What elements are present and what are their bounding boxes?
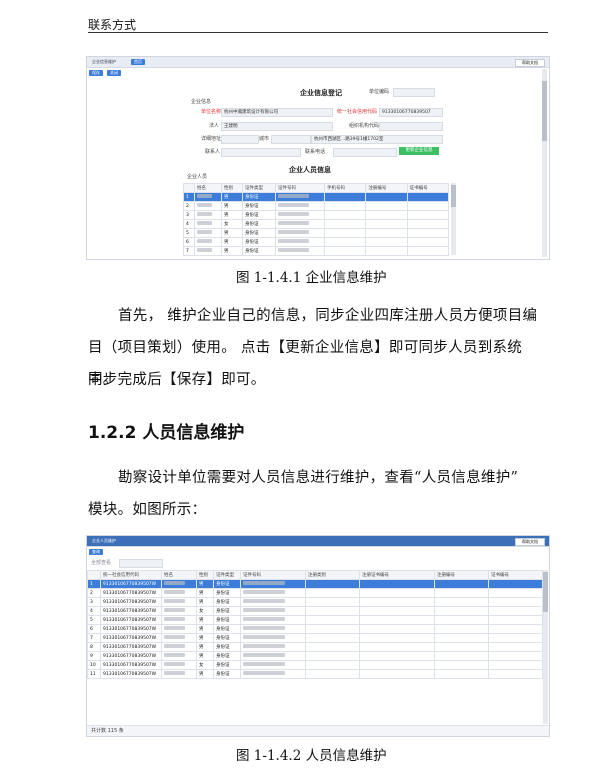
table-row[interactable]: 7 男身份证 <box>183 246 450 256</box>
col-head[interactable]: 注册类别 <box>305 570 360 580</box>
table-row[interactable]: 10 91330106770839507W 女身份证 <box>87 660 543 670</box>
table-row[interactable]: 3 91330106770839507W 男身份证 <box>87 597 543 607</box>
table-row[interactable]: 6 91330106770839507W 男身份证 <box>87 624 543 634</box>
table-row[interactable]: 4 女身份证 <box>183 219 450 229</box>
col-head[interactable]: 性别 <box>221 183 243 193</box>
figure-caption-1: 图 1-1.4.1 企业信息维护 <box>236 270 387 286</box>
staff-table: 姓名 性别 证件类型 证件号码 手机号码 注册编号 证书编号 1 男身份证 2男身… <box>183 183 450 256</box>
table-row[interactable]: 3 男身份证 <box>183 210 450 220</box>
table-row[interactable]: 8 91330106770839507W 男身份证 <box>87 642 543 652</box>
paragraph-line: 同步完成后【保存】即可。 <box>88 372 266 388</box>
close-button[interactable]: 关闭 <box>107 70 121 76</box>
unit-code-label: 单位编码 <box>369 89 390 95</box>
col-head[interactable]: 性别 <box>196 570 214 580</box>
table-scrollbar[interactable] <box>451 183 456 255</box>
help-button[interactable]: 帮助文档 <box>515 59 545 67</box>
header-divider <box>88 32 548 33</box>
phone-field[interactable] <box>333 148 397 157</box>
pager-bar: 共计数 115 条 <box>87 725 549 736</box>
staff-title: 企业人员信息 <box>289 166 331 174</box>
paragraph-line: 首先， 维护企业自己的信息，同步企业四库注册人员方便项目编 <box>118 308 538 324</box>
name-field[interactable]: 杭州中瀚建筑设计有限公司 <box>221 108 333 117</box>
city-field[interactable] <box>271 135 311 144</box>
address-label: 详细地址 <box>201 136 222 142</box>
table-row[interactable]: 7 91330106770839507W 男身份证 <box>87 633 543 643</box>
paragraph-line: 勘察设计单位需要对人员信息进行维护，查看“人员信息维护” <box>118 470 519 486</box>
contact-label: 联系人 <box>205 149 221 155</box>
org-code-field[interactable] <box>379 122 443 131</box>
tab-enterprise-info[interactable]: 企业信息维护 <box>89 59 119 65</box>
unit-code-field[interactable] <box>393 88 435 97</box>
figure-enterprise-info-screenshot: 企业信息维护 首页 帮助文档 保存 关闭 企业信息登记 单位编码 企业信息 单位… <box>86 56 550 260</box>
col-head <box>183 183 195 193</box>
city-label: 城市 <box>259 136 270 142</box>
filter-label[interactable]: 全部查看 <box>91 560 111 566</box>
help-button[interactable]: 帮助文档 <box>515 538 545 546</box>
table-scrollbar[interactable] <box>543 570 548 724</box>
table-row[interactable]: 1 男身份证 <box>183 192 450 202</box>
col-head <box>87 570 101 580</box>
table-row[interactable]: 5 男身份证 <box>183 228 450 238</box>
legal-field[interactable]: 王建明 <box>221 122 333 131</box>
col-head[interactable]: 证件号码 <box>240 570 306 580</box>
col-head[interactable]: 证件号码 <box>275 183 325 193</box>
table-row[interactable]: 11 91330106770839507W 男身份证 <box>87 669 543 679</box>
enterprise-group-label: 企业信息 <box>191 99 212 105</box>
tab-bar: 企业人员维护 帮助文档 <box>87 536 549 547</box>
credit-code-label: 统一社会信用代码 <box>337 109 378 115</box>
scroll-thumb[interactable] <box>542 81 547 141</box>
table-row[interactable]: 1 91330106770839507W 男身份证 <box>87 579 543 589</box>
tab-bar: 企业信息维护 首页 帮助文档 <box>87 57 549 68</box>
contact-field[interactable] <box>221 148 301 157</box>
section-heading: 1.2.2 人员信息维护 <box>88 423 245 443</box>
save-button[interactable]: 保存 <box>89 70 103 76</box>
phone-label: 联系电话 <box>305 149 326 155</box>
col-head[interactable]: 统一社会信用代码 <box>100 570 162 580</box>
col-head[interactable]: 注册证书编号 <box>358 570 436 580</box>
col-head[interactable]: 姓名 <box>161 570 197 580</box>
credit-code-field[interactable]: 91330106770839507 <box>379 108 443 117</box>
legal-label: 法人 <box>209 123 220 129</box>
update-enterprise-button[interactable]: 更新企业信息 <box>399 147 439 155</box>
staff-table: 统一社会信用代码 姓名 性别 证件类型 证件号码 注册类别 注册证书编号 注册编… <box>87 570 543 679</box>
table-row[interactable]: 2 男身份证 <box>183 201 450 211</box>
col-head[interactable]: 证件类型 <box>242 183 276 193</box>
query-button[interactable]: 查询 <box>89 549 103 555</box>
running-header: 联系方式 <box>88 18 137 32</box>
paragraph-line: 模块。如图所示： <box>88 502 207 518</box>
scroll-thumb[interactable] <box>451 185 456 207</box>
table-row[interactable]: 5 91330106770839507W 男身份证 <box>87 615 543 625</box>
staff-group-label: 企业人员 <box>187 174 208 180</box>
scroll-thumb[interactable] <box>543 572 548 612</box>
figure-caption-2: 图 1-1.4.2 人员信息维护 <box>236 748 387 764</box>
org-code-label: 组织机构代码 <box>349 123 380 129</box>
province-field[interactable] <box>221 135 259 144</box>
form-title: 企业信息登记 <box>300 89 342 97</box>
col-head[interactable]: 证书编号 <box>488 570 543 580</box>
record-count: 共计数 115 条 <box>91 728 124 734</box>
col-head[interactable]: 注册编号 <box>365 183 408 193</box>
col-head[interactable]: 证书编号 <box>406 183 450 193</box>
col-head[interactable]: 证件类型 <box>213 570 241 580</box>
table-row[interactable]: 2 91330106770839507W 男身份证 <box>87 588 543 598</box>
page-scrollbar[interactable] <box>542 69 547 257</box>
col-head[interactable]: 姓名 <box>194 183 222 193</box>
col-head[interactable]: 手机号码 <box>323 183 367 193</box>
tab-home[interactable]: 首页 <box>131 59 145 65</box>
address-field[interactable]: 杭州市西湖区...路39号1幢1702室 <box>311 135 443 144</box>
name-label: 单位名称 <box>201 109 222 115</box>
table-row[interactable]: 9 91330106770839507W 男身份证 <box>87 651 543 661</box>
col-head[interactable]: 注册编号 <box>434 570 490 580</box>
table-row[interactable]: 6 男身份证 <box>183 237 450 247</box>
table-row[interactable]: 4 91330106770839507W 女身份证 <box>87 606 543 616</box>
figure-staff-info-screenshot: 企业人员维护 帮助文档 查询 全部查看 统一社会信用代码 姓名 性别 证件类型 … <box>86 535 550 737</box>
search-input[interactable] <box>119 559 163 568</box>
tab-staff-maintenance[interactable]: 企业人员维护 <box>89 538 119 544</box>
